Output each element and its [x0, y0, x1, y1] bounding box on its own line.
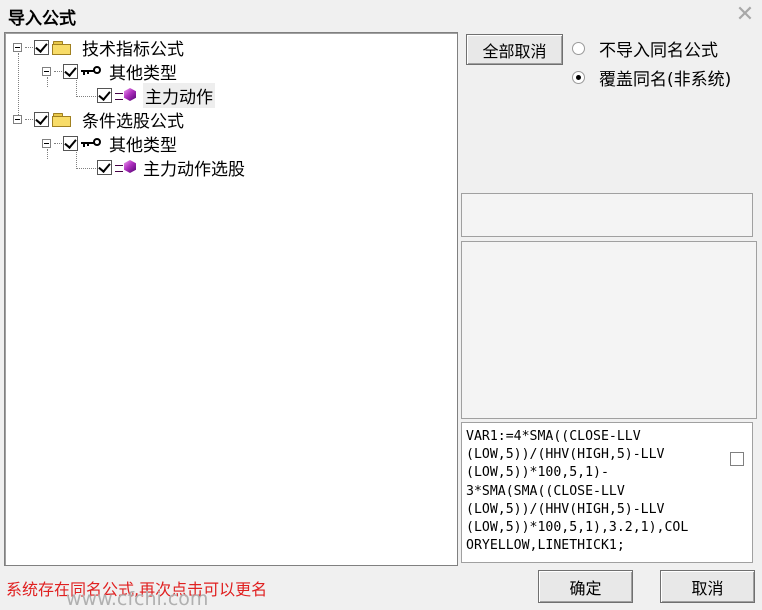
formula-line: (LOW,5))/(HHV(HIGH,5)-LLV: [466, 447, 665, 463]
cancel-button[interactable]: 取消: [660, 570, 755, 603]
formula-source-text: VAR1:=4*SMA((CLOSE-LLV (LOW,5))/(HHV(HIGH…: [466, 428, 724, 555]
tree-node-main-action[interactable]: 主力动作: [97, 82, 215, 108]
node-checkbox[interactable]: [34, 111, 49, 127]
collapse-toggle[interactable]: [42, 138, 51, 148]
formula-tree[interactable]: 技术指标公式 其他类型 主力动作 条件选股公式 其他类型 主力动作选股: [4, 32, 458, 566]
overwrite-same-name-option[interactable]: 覆盖同名(非系统): [572, 65, 731, 90]
window-title: 导入公式: [8, 9, 76, 29]
formula-name-field: [461, 193, 753, 237]
formula-line: VAR1:=4*SMA((CLOSE-LLV: [466, 429, 641, 444]
title-bar: 导入公式 ✕: [0, 0, 762, 30]
folder-icon: [52, 112, 72, 127]
formula-line: ORYELLOW,LINETHICK1;: [466, 538, 625, 554]
formula-description-box: [461, 241, 757, 419]
formula-line: (LOW,5))/(HHV(HIGH,5)-LLV: [466, 501, 665, 517]
skip-same-name-label: 不导入同名公式: [599, 41, 718, 61]
key-icon: [81, 137, 103, 149]
formula-line: (LOW,5))*100,5,1),3.2,1),COL: [466, 520, 689, 536]
ok-button[interactable]: 确定: [538, 570, 633, 603]
tree-node-label: 条件选股公式: [82, 111, 184, 132]
watermark: www.cfchi.com: [66, 588, 209, 610]
collapse-toggle[interactable]: [13, 42, 22, 52]
formula-line: 3*SMA(SMA((CLOSE-LLV: [466, 483, 625, 499]
formula-line: (LOW,5))*100,5,1)-: [466, 465, 609, 481]
node-checkbox[interactable]: [97, 87, 112, 103]
node-checkbox[interactable]: [63, 63, 78, 79]
node-checkbox[interactable]: [63, 135, 78, 151]
tree-node-other-types[interactable]: 其他类型: [42, 60, 177, 84]
collapse-toggle[interactable]: [13, 114, 22, 124]
key-icon: [81, 65, 103, 77]
node-checkbox[interactable]: [34, 39, 49, 55]
formula-gem-icon: [115, 159, 139, 175]
tree-node-label: 其他类型: [109, 135, 177, 156]
tree-node-stock-selection[interactable]: 条件选股公式: [13, 108, 184, 132]
overwrite-same-name-radio[interactable]: [572, 71, 585, 84]
tree-node-other-types-2[interactable]: 其他类型: [42, 132, 177, 156]
skip-same-name-option[interactable]: 不导入同名公式: [572, 36, 718, 61]
collapse-toggle[interactable]: [42, 66, 51, 76]
node-checkbox[interactable]: [97, 159, 112, 175]
close-icon[interactable]: ✕: [734, 4, 756, 26]
tree-node-main-action-selection[interactable]: 主力动作选股: [97, 156, 245, 180]
tree-node-tech-indicators[interactable]: 技术指标公式: [13, 36, 184, 60]
overwrite-same-name-label: 覆盖同名(非系统): [599, 70, 732, 90]
folder-icon: [52, 40, 72, 55]
cancel-all-button[interactable]: 全部取消: [466, 34, 563, 65]
tree-node-label: 技术指标公式: [82, 39, 184, 60]
formula-option-checkbox[interactable]: [730, 452, 744, 466]
tree-node-label: 主力动作: [143, 82, 215, 108]
tree-node-label: 其他类型: [109, 63, 177, 84]
skip-same-name-radio[interactable]: [572, 42, 585, 55]
formula-gem-icon: [115, 87, 139, 103]
tree-node-label: 主力动作选股: [143, 159, 245, 180]
